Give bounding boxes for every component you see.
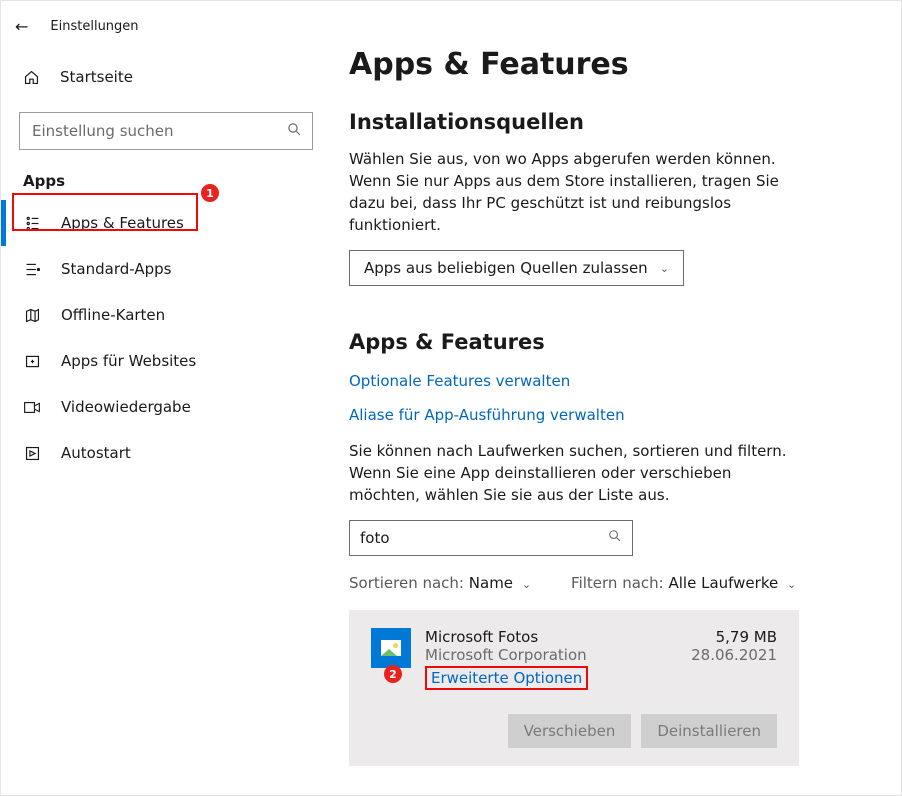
uninstall-button[interactable]: Deinstallieren <box>641 714 777 748</box>
annotation-2-outline: Erweiterte Optionen <box>425 666 588 690</box>
main-panel: Apps & Features Installationsquellen Wäh… <box>331 1 901 795</box>
apps-search-input[interactable]: foto <box>349 520 633 556</box>
settings-window: ← Einstellungen Startseite Einstellung s… <box>0 0 902 796</box>
sidebar-section: Apps <box>1 168 331 200</box>
app-size: 5,79 MB <box>691 628 777 646</box>
apps-search-value: foto <box>360 529 390 547</box>
chevron-down-icon: ⌄ <box>522 578 531 591</box>
sidebar-item-label: Apps & Features <box>61 214 184 232</box>
app-name: Microsoft Fotos <box>425 628 677 646</box>
advanced-options-link[interactable]: Erweiterte Optionen <box>431 669 582 687</box>
filter-label: Filtern nach: <box>571 574 664 592</box>
sidebar: ← Einstellungen Startseite Einstellung s… <box>1 1 331 795</box>
sources-desc: Wählen Sie aus, von wo Apps abgerufen we… <box>349 148 799 236</box>
sidebar-item-apps-websites[interactable]: Apps für Websites <box>1 338 331 384</box>
sources-heading: Installationsquellen <box>349 110 865 134</box>
search-input[interactable]: Einstellung suchen <box>19 112 313 150</box>
sidebar-item-label: Apps für Websites <box>61 352 196 370</box>
sidebar-item-video-playback[interactable]: Videowiedergabe <box>1 384 331 430</box>
sidebar-home[interactable]: Startseite <box>1 56 331 98</box>
search-icon <box>287 122 302 141</box>
apps-list-desc: Sie können nach Laufwerken suchen, sorti… <box>349 440 799 506</box>
chevron-down-icon: ⌄ <box>787 578 796 591</box>
move-button[interactable]: Verschieben <box>508 714 632 748</box>
sidebar-item-offline-maps[interactable]: Offline-Karten <box>1 292 331 338</box>
app-icon <box>371 628 411 668</box>
sidebar-item-default-apps[interactable]: Standard-Apps <box>1 246 331 292</box>
home-icon <box>23 69 40 86</box>
sort-dropdown[interactable]: Sortieren nach: Name ⌄ <box>349 574 531 592</box>
sidebar-item-label: Standard-Apps <box>61 260 171 278</box>
sidebar-item-label: Videowiedergabe <box>61 398 191 416</box>
apps-for-websites-icon <box>23 353 41 370</box>
app-publisher: Microsoft Corporation <box>425 646 677 664</box>
default-apps-icon <box>23 261 41 278</box>
back-button[interactable]: ← <box>15 17 28 36</box>
filter-dropdown[interactable]: Filtern nach: Alle Laufwerke ⌄ <box>571 574 796 592</box>
startup-icon <box>23 445 41 462</box>
page-title: Apps & Features <box>349 47 865 82</box>
apps-features-icon <box>23 215 41 232</box>
sidebar-item-label: Offline-Karten <box>61 306 165 324</box>
sidebar-item-startup[interactable]: Autostart <box>1 430 331 476</box>
filter-value: Alle Laufwerke <box>669 574 779 592</box>
offline-maps-icon <box>23 307 41 324</box>
sources-dropdown-value: Apps aus beliebigen Quellen zulassen <box>364 259 648 277</box>
sources-dropdown[interactable]: Apps aus beliebigen Quellen zulassen ⌄ <box>349 250 684 286</box>
optional-features-link[interactable]: Optionale Features verwalten <box>349 372 865 390</box>
sort-value: Name <box>469 574 513 592</box>
chevron-down-icon: ⌄ <box>660 262 669 275</box>
sort-label: Sortieren nach: <box>349 574 464 592</box>
sidebar-home-label: Startseite <box>60 68 133 86</box>
sidebar-item-apps-features[interactable]: Apps & Features <box>1 200 331 246</box>
execution-aliases-link[interactable]: Aliase für App-Ausführung verwalten <box>349 406 865 424</box>
apps-list-heading: Apps & Features <box>349 330 865 354</box>
search-icon <box>608 529 622 547</box>
video-playback-icon <box>23 400 41 415</box>
sidebar-item-label: Autostart <box>61 444 131 462</box>
search-placeholder: Einstellung suchen <box>32 122 174 140</box>
app-date: 28.06.2021 <box>691 646 777 664</box>
window-title: Einstellungen <box>50 19 138 34</box>
app-list-item[interactable]: Microsoft Fotos Microsoft Corporation Er… <box>349 610 799 766</box>
